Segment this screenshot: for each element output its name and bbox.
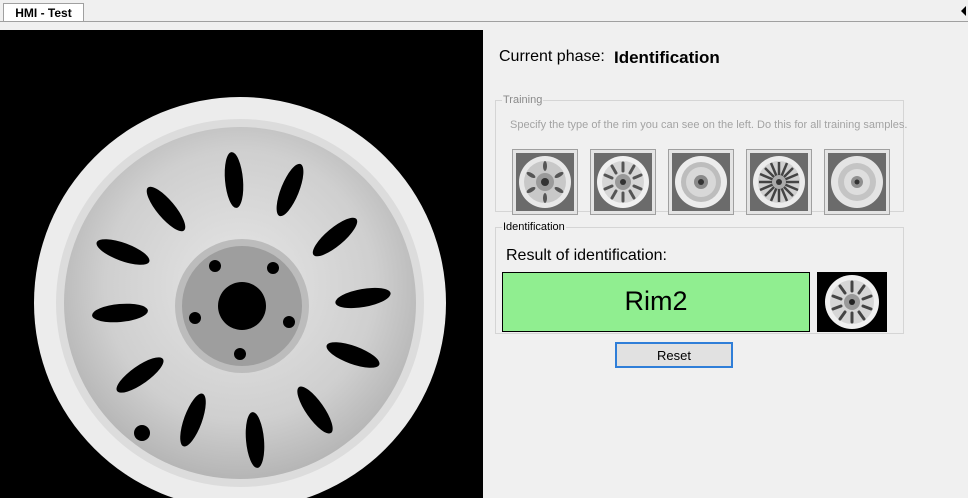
training-group: Training Specify the type of the rim you… [495, 94, 908, 215]
identification-legend: Identification [503, 221, 565, 233]
tab-scroll-left-icon[interactable] [960, 5, 968, 17]
identification-group: Identification Result of identification:… [495, 221, 904, 334]
result-image [817, 272, 887, 332]
rim4-thumbnail-icon [750, 153, 808, 211]
training-sample-4[interactable] [746, 149, 812, 215]
rim1-thumbnail-icon [516, 153, 574, 211]
result-value: Rim2 [502, 272, 810, 332]
rim2-result-icon [817, 272, 887, 332]
rim3-thumbnail-icon [672, 153, 730, 211]
training-sample-5[interactable] [824, 149, 890, 215]
rim-camera-image [34, 97, 446, 498]
training-sample-2[interactable] [590, 149, 656, 215]
training-sample-3[interactable] [668, 149, 734, 215]
reset-button[interactable]: Reset [615, 342, 733, 368]
tab-divider [0, 21, 968, 22]
training-sample-1[interactable] [512, 149, 578, 215]
training-hint: Specify the type of the rim you can see … [510, 119, 908, 131]
tab-strip: HMI - Test [0, 0, 968, 22]
rim2-thumbnail-icon [594, 153, 652, 211]
result-label: Result of identification: [506, 247, 667, 264]
tab-hmi-test[interactable]: HMI - Test [3, 3, 84, 22]
current-phase-value: Identification [614, 48, 720, 67]
rim5-thumbnail-icon [828, 153, 886, 211]
training-legend: Training [503, 94, 543, 106]
current-phase-label: Current phase: [499, 48, 605, 65]
tab-content: Current phase: Identification Training S… [0, 30, 968, 498]
camera-view [0, 30, 483, 498]
